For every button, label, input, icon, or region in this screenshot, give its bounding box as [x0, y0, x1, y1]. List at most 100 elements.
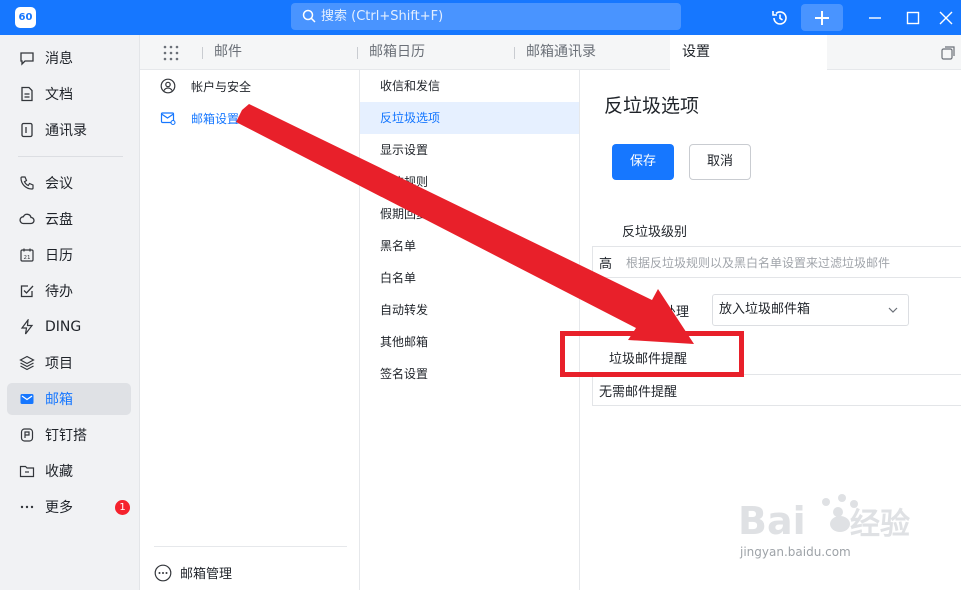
mail-icon — [18, 390, 36, 408]
settings-categories: 帐户与安全 邮箱设置 邮箱管理 — [140, 70, 360, 590]
tab-label: 邮件 — [214, 44, 242, 60]
user-circle-icon — [160, 78, 176, 94]
cloud-icon — [18, 210, 36, 228]
nav-item-todo[interactable]: 待办 — [7, 275, 131, 307]
nav-item-favorites[interactable]: 收藏 — [7, 455, 131, 487]
submenu-item-vacation-reply[interactable]: 假期回复设置 — [360, 198, 579, 230]
tab-label: 邮箱日历 — [369, 44, 425, 60]
submenu-item-display[interactable]: 显示设置 — [360, 134, 579, 166]
more-circle-icon — [154, 564, 172, 581]
submenu-item-send-receive[interactable]: 收信和发信 — [360, 70, 579, 102]
nav-label: DING — [45, 319, 82, 335]
nav-label: 云盘 — [45, 212, 73, 228]
nav-item-mail[interactable]: 邮箱 — [7, 383, 131, 415]
tab-mail-calendar[interactable]: 邮箱日历 — [357, 35, 513, 70]
mail-management-label: 邮箱管理 — [180, 567, 233, 582]
nav-label: 收藏 — [45, 464, 73, 480]
nav-item-calendar[interactable]: 21 日历 — [7, 239, 131, 271]
search-input[interactable]: 搜索 (Ctrl+Shift+F) — [291, 3, 681, 30]
spam-level-field[interactable]: 高 根据反垃圾规则以及黑白名单设置来过滤垃圾邮件 — [592, 246, 961, 278]
app-logo: 60 — [15, 7, 36, 28]
spam-level-label: 反垃圾级别 — [622, 225, 688, 240]
plus-icon — [815, 10, 829, 25]
new-window-icon[interactable] — [941, 46, 955, 60]
spam-level-hint: 根据反垃圾规则以及黑白名单设置来过滤垃圾邮件 — [626, 255, 891, 270]
nav-label: 更多 — [45, 500, 73, 516]
maximize-button[interactable] — [896, 0, 930, 35]
annotation-highlight-box — [560, 331, 744, 377]
more-icon — [18, 498, 36, 516]
spam-reminder-field[interactable]: 无需邮件提醒 — [592, 374, 961, 406]
tab-separator — [514, 47, 515, 59]
spam-handling-select[interactable]: 放入垃圾邮件箱 — [712, 294, 909, 326]
nav-label: 项目 — [45, 356, 73, 372]
search-placeholder: 搜索 (Ctrl+Shift+F) — [321, 9, 444, 24]
submenu-item-blacklist[interactable]: 黑名单 — [360, 230, 579, 262]
nav-label: 日历 — [45, 248, 73, 264]
folder-icon — [18, 462, 36, 480]
nav-label: 通讯录 — [45, 123, 87, 139]
nav-item-docs[interactable]: 文档 — [7, 78, 131, 110]
minimize-icon — [869, 16, 881, 19]
close-button[interactable] — [929, 0, 961, 35]
svg-text:Bai: Bai — [738, 499, 806, 543]
title-bar: 60 搜索 (Ctrl+Shift+F) — [0, 0, 961, 35]
tab-settings[interactable]: 设置 — [670, 35, 827, 70]
contacts-icon — [18, 121, 36, 139]
settings-item-account-security[interactable]: 帐户与安全 — [140, 70, 359, 102]
checklist-icon — [18, 282, 36, 300]
save-button[interactable]: 保存 — [612, 144, 674, 180]
chevron-down-icon — [888, 307, 898, 313]
nav-label: 会议 — [45, 176, 73, 192]
nav-label: 消息 — [45, 51, 73, 67]
create-button[interactable] — [801, 4, 843, 31]
nav-label: 文档 — [45, 87, 73, 103]
calendar-icon: 21 — [18, 246, 36, 264]
sidebar: 消息 文档 通讯录 会议 云盘 21 日历 待办 DING 项目 邮箱 钉钉搭 — [0, 35, 140, 590]
nav-item-contacts[interactable]: 通讯录 — [7, 114, 131, 146]
nav-item-drive[interactable]: 云盘 — [7, 203, 131, 235]
tab-label: 邮箱通讯录 — [526, 44, 596, 60]
settings-item-label: 邮箱设置 — [191, 111, 240, 126]
tab-mail-contacts[interactable]: 邮箱通讯录 — [514, 35, 670, 70]
svg-text:经验: 经验 — [850, 507, 910, 542]
submenu-item-whitelist[interactable]: 白名单 — [360, 262, 579, 294]
page-title: 反垃圾选项 — [604, 95, 700, 117]
nav-item-meeting[interactable]: 会议 — [7, 167, 131, 199]
minimize-button[interactable] — [858, 0, 892, 35]
baidu-watermark-logo: Bai 经验 — [738, 494, 910, 543]
cancel-button[interactable]: 取消 — [689, 144, 751, 180]
nav-label: 邮箱 — [45, 392, 73, 408]
nav-divider — [18, 156, 123, 157]
chat-icon — [18, 49, 36, 67]
tab-bar: 邮件 邮箱日历 邮箱通讯录 设置 — [140, 35, 961, 70]
nav-label: 待办 — [45, 284, 73, 300]
submenu-item-auto-forward[interactable]: 自动转发 — [360, 294, 579, 326]
tab-separator — [357, 47, 358, 59]
submenu-item-anti-spam[interactable]: 反垃圾选项 — [360, 102, 579, 134]
nav-item-ding[interactable]: DING — [7, 311, 131, 343]
submenu-item-rules[interactable]: 收信规则 — [360, 166, 579, 198]
spam-handling-value: 放入垃圾邮件箱 — [719, 302, 811, 317]
nav-item-projects[interactable]: 项目 — [7, 347, 131, 379]
settings-item-mail-settings[interactable]: 邮箱设置 — [140, 102, 359, 134]
spam-reminder-value: 无需邮件提醒 — [599, 384, 678, 400]
nav-item-builder[interactable]: 钉钉搭 — [7, 419, 131, 451]
watermark-url: jingyan.baidu.com — [740, 545, 851, 559]
maximize-icon — [906, 11, 920, 24]
submenu-item-other-mailboxes[interactable]: 其他邮箱 — [360, 326, 579, 358]
tab-mail[interactable]: 邮件 — [202, 35, 356, 70]
builder-icon — [18, 426, 36, 444]
nav-item-messages[interactable]: 消息 — [7, 42, 131, 74]
history-button[interactable] — [763, 0, 797, 35]
mail-settings-icon — [160, 110, 176, 126]
nav-item-more[interactable]: 更多 1 — [7, 491, 131, 523]
mail-management-button[interactable]: 邮箱管理 — [154, 546, 347, 582]
submenu-item-signature[interactable]: 签名设置 — [360, 358, 579, 390]
spam-level-value: 高 — [599, 256, 613, 272]
apps-grid-icon[interactable] — [162, 44, 180, 62]
lightning-icon — [18, 318, 36, 336]
tab-separator — [202, 47, 203, 59]
svg-text:21: 21 — [24, 255, 31, 261]
search-icon — [302, 9, 316, 23]
